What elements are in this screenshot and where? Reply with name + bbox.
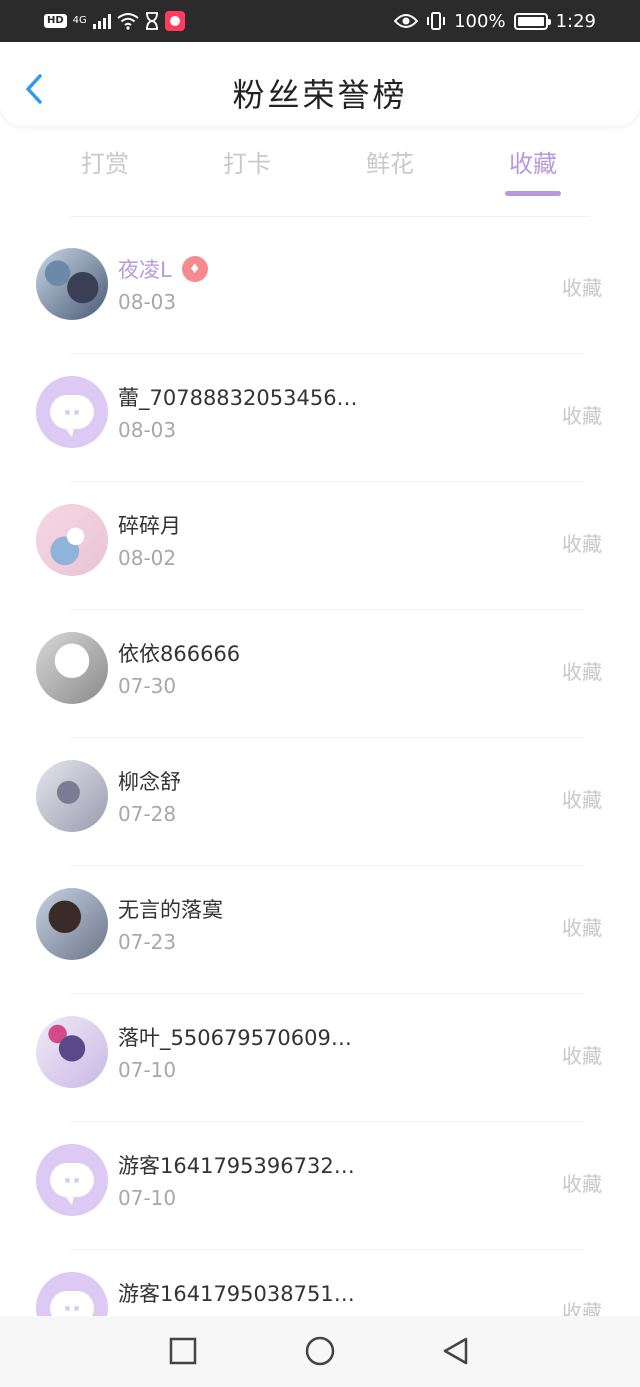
action-label: 收藏 xyxy=(562,276,602,300)
fan-date: 07-30 xyxy=(118,674,177,698)
status-bar-left: HD 4G xyxy=(44,10,185,32)
chat-bubble-icon xyxy=(50,1291,94,1316)
tab-checkin[interactable]: 打卡 xyxy=(192,144,302,179)
avatar[interactable] xyxy=(36,504,108,576)
hourglass-icon xyxy=(145,12,158,30)
default-avatar[interactable] xyxy=(36,376,108,448)
fan-name: 碎碎月 xyxy=(118,514,181,538)
action-label: 收藏 xyxy=(562,1044,602,1068)
status-bar-right: 100% 1:29 xyxy=(394,10,596,32)
avatar[interactable] xyxy=(36,888,108,960)
list-item[interactable]: 夜凌L ♦ 08-03 收藏 xyxy=(0,226,640,354)
list-item[interactable]: 碎碎月 08-02 收藏 xyxy=(0,482,640,610)
page-title: 粉丝荣誉榜 xyxy=(232,76,408,114)
action-label: 收藏 xyxy=(562,1300,602,1316)
tabs-divider xyxy=(70,216,590,217)
fan-date: 07-10 xyxy=(118,1186,177,1210)
tab-favorites[interactable]: 收藏 xyxy=(478,144,588,179)
signal-icon xyxy=(92,13,111,29)
fan-name: 柳念舒 xyxy=(118,770,181,794)
list-item[interactable]: 落叶_550679570609… 07-10 收藏 xyxy=(0,994,640,1122)
wifi-icon xyxy=(117,13,139,30)
default-avatar[interactable] xyxy=(36,1272,108,1316)
back-triangle-icon[interactable] xyxy=(441,1336,471,1366)
fan-date: 07-10 xyxy=(118,1058,177,1082)
status-bar: HD 4G 100% 1:29 xyxy=(0,0,640,42)
fan-name: 游客1641795038751… xyxy=(118,1282,355,1306)
app-notification-icon xyxy=(164,11,185,31)
tab-bar: 打赏 打卡 鲜花 收藏 xyxy=(0,140,640,210)
battery-percent: 100% xyxy=(454,10,506,32)
battery-icon xyxy=(513,12,551,30)
action-label: 收藏 xyxy=(562,916,602,940)
action-label: 收藏 xyxy=(562,788,602,812)
action-label: 收藏 xyxy=(562,404,602,428)
avatar[interactable] xyxy=(36,760,108,832)
chat-bubble-icon xyxy=(50,395,94,437)
list-item[interactable]: 游客1641795396732… 07-10 收藏 xyxy=(0,1122,640,1250)
avatar[interactable] xyxy=(36,632,108,704)
tab-tip[interactable]: 打赏 xyxy=(50,144,160,179)
system-nav-bar xyxy=(0,1316,640,1387)
tab-flowers[interactable]: 鲜花 xyxy=(335,144,445,179)
fan-name: 游客1641795396732… xyxy=(118,1154,355,1178)
fan-name: 依依866666 xyxy=(118,642,241,666)
action-label: 收藏 xyxy=(562,532,602,556)
fan-name-row: 夜凌L ♦ xyxy=(118,254,208,284)
fan-date: 08-03 xyxy=(118,418,177,442)
fan-name: 无言的落寞 xyxy=(118,898,223,922)
eye-icon xyxy=(394,14,419,28)
list-item[interactable]: 柳念舒 07-28 收藏 xyxy=(0,738,640,866)
active-tab-indicator xyxy=(505,191,561,196)
list-item[interactable]: 无言的落寞 07-23 收藏 xyxy=(0,866,640,994)
fan-list: 夜凌L ♦ 08-03 收藏 蕾_70788832053456… 08-03 收… xyxy=(0,226,640,1316)
vip-diamond-icon: ♦ xyxy=(181,256,208,282)
network-type: 4G xyxy=(72,15,87,26)
avatar[interactable] xyxy=(36,1016,108,1088)
fan-date: 07-28 xyxy=(118,802,177,826)
app-header: 粉丝荣誉榜 xyxy=(0,42,640,126)
fan-date: 08-02 xyxy=(118,546,177,570)
vibrate-icon xyxy=(427,12,446,30)
chat-bubble-icon xyxy=(50,1163,94,1205)
fan-name: 夜凌L xyxy=(118,258,172,282)
list-item[interactable]: 依依866666 07-30 收藏 xyxy=(0,610,640,738)
clock: 1:29 xyxy=(555,10,596,32)
fan-date: 07-23 xyxy=(118,930,177,954)
fan-name: 蕾_70788832053456… xyxy=(118,386,358,410)
action-label: 收藏 xyxy=(562,660,602,684)
default-avatar[interactable] xyxy=(36,1144,108,1216)
fan-date: 08-03 xyxy=(118,290,177,314)
avatar[interactable] xyxy=(36,248,108,320)
home-circle-icon[interactable] xyxy=(305,1336,335,1366)
list-item[interactable]: 蕾_70788832053456… 08-03 收藏 xyxy=(0,354,640,482)
recents-square-icon[interactable] xyxy=(168,1336,198,1366)
action-label: 收藏 xyxy=(562,1172,602,1196)
fan-name: 落叶_550679570609… xyxy=(118,1026,352,1050)
hd-icon: HD xyxy=(44,14,67,28)
list-item[interactable]: 游客1641795038751… 收藏 xyxy=(0,1250,640,1316)
